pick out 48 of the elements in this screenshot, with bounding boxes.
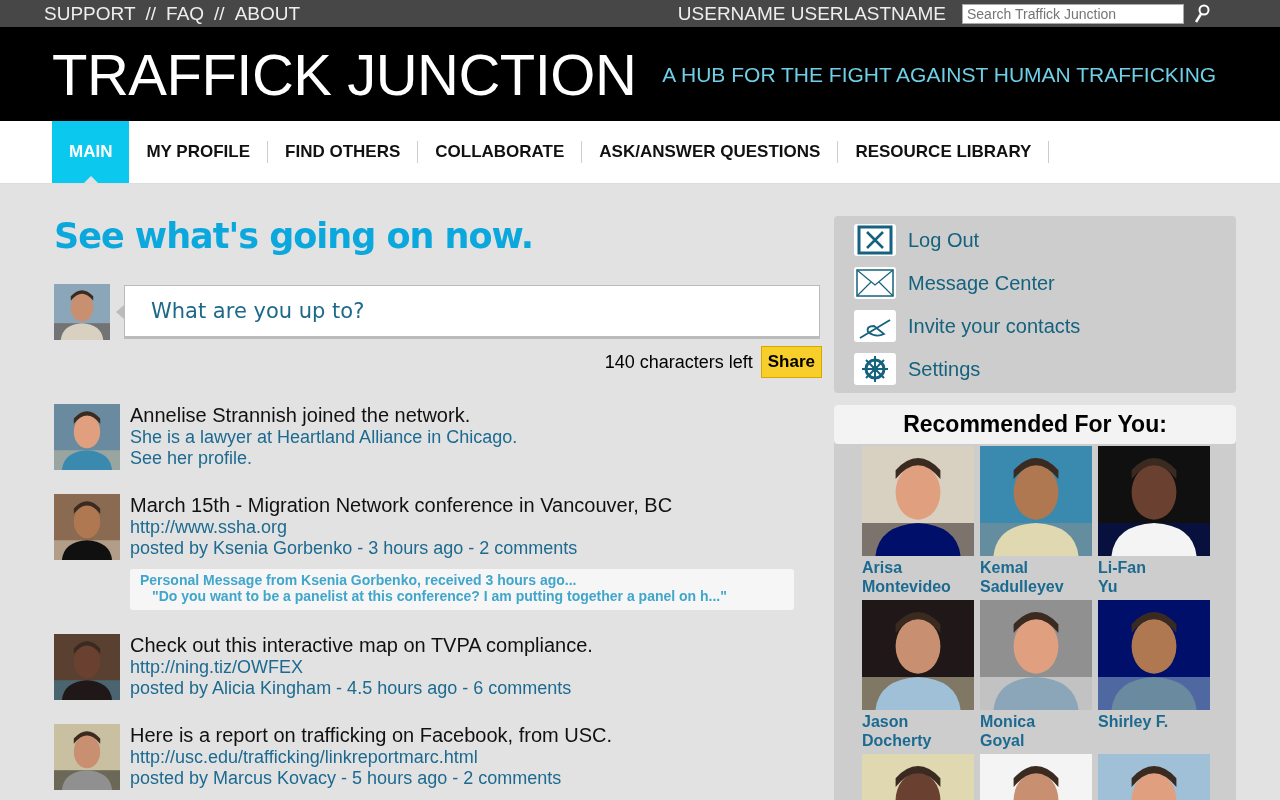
link-separator: // — [214, 2, 225, 25]
feed-link[interactable]: See her profile. — [130, 448, 518, 469]
top-link[interactable]: FAQ — [166, 2, 205, 25]
envelope-icon[interactable] — [854, 267, 896, 299]
person-name[interactable]: Jason Docherty — [862, 710, 974, 752]
account-link[interactable]: Invite your contacts — [908, 314, 1081, 338]
person-name[interactable]: Arisa Montevideo — [862, 556, 974, 598]
person-name[interactable]: Li-Fan Yu — [1098, 556, 1210, 598]
feed-title: Here is a report on trafficking on Facebook, from USC. — [130, 724, 613, 747]
nav-tab[interactable]: COLLABORATE — [418, 141, 583, 163]
feed-link[interactable]: http://usc.edu/trafficking/linkreportmarc.html — [130, 747, 613, 768]
feed-title: Annelise Strannish joined the network. — [130, 404, 472, 427]
nav-tab[interactable]: RESOURCE LIBRARY — [838, 141, 1050, 163]
search-field[interactable]: Search Traffick Junction — [962, 3, 1184, 24]
username: USERNAME USERLASTNAME — [677, 2, 946, 25]
character-counter: 140 characters left — [604, 351, 753, 373]
close-icon[interactable] — [854, 224, 896, 256]
top-link[interactable]: ABOUT — [234, 2, 301, 25]
settings-icon[interactable] — [854, 353, 896, 385]
feed-link[interactable]: She is a lawyer at Heartland Alliance in Chicago. — [130, 427, 518, 448]
nav-tab[interactable]: FIND OTHERS — [268, 141, 419, 163]
site-title: TRAFFICK JUNCTION — [52, 40, 637, 108]
feed-link[interactable]: posted by Marcus Kovacy - 5 hours ago - 2 comments — [130, 768, 613, 789]
feed-title: March 15th - Migration Network conference in Vancouver, BC — [130, 494, 674, 517]
account-link[interactable]: Settings — [908, 357, 981, 381]
feed-title: Check out this interactive map on TVPA compliance. — [130, 634, 593, 657]
person-name[interactable]: Kemal Sadulleyev — [980, 556, 1092, 598]
share-button[interactable]: Share — [760, 346, 822, 378]
recommended-heading: Recommended For You: — [834, 405, 1236, 444]
feed-link[interactable]: http://www.ssha.org — [130, 517, 794, 538]
feed-link[interactable]: http://ning.tiz/OWFEX — [130, 657, 593, 678]
person-name[interactable]: Monica Goyal — [980, 710, 1092, 752]
link-separator: // — [145, 2, 157, 25]
status-field[interactable]: What are you up to? — [124, 285, 820, 339]
site-tagline: A HUB FOR THE FIGHT AGAINST HUMAN TRAFFICKING — [662, 63, 1217, 87]
search-icon[interactable] — [1194, 3, 1210, 24]
account-link[interactable]: Log Out — [908, 228, 980, 252]
top-link[interactable]: SUPPORT — [44, 2, 136, 25]
bubble-pointer — [116, 305, 124, 319]
account-link[interactable]: Message Center — [908, 271, 1055, 295]
message-quote: "Do you want to be a panelist at this conference? I am putting together a panel on h..." — [151, 588, 728, 604]
feed-link[interactable]: posted by Ksenia Gorbenko - 3 hours ago - 2 comments — [130, 538, 794, 559]
nav-tab[interactable]: MY PROFILE — [129, 141, 269, 163]
feed-heading: See what's going on now. — [54, 216, 534, 256]
message-heading: Personal Message from Ksenia Gorbenko, received 3 hours ago... — [140, 572, 578, 588]
nav-tab[interactable]: ASK/ANSWER QUESTIONS — [582, 141, 839, 163]
feed-link[interactable]: posted by Alicia Kingham - 4.5 hours ago - 6 comments — [130, 678, 593, 699]
person-name[interactable]: Shirley F. — [1098, 710, 1210, 752]
